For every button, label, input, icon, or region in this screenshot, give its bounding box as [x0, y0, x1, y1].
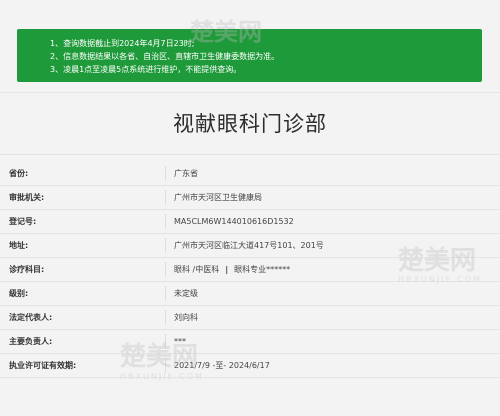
- table-row-registration: 登记号: MA5CLM6W144010616D1532: [0, 210, 500, 234]
- table-row-principal: 主要负责人: ***: [0, 330, 500, 354]
- notice-line-1: 1、查询数据截止到2024年4月7日23时;: [50, 39, 195, 48]
- column-separator: [165, 358, 166, 373]
- department-separator: |: [225, 265, 229, 274]
- row-label: 主要负责人:: [9, 337, 53, 346]
- column-separator: [165, 286, 166, 301]
- row-value: 眼科 /中医科 | 眼科专业******: [174, 258, 290, 282]
- row-label: 登记号:: [9, 217, 37, 226]
- department-primary: 眼科 /中医科: [174, 265, 220, 274]
- row-label: 执业许可证有效期:: [9, 361, 77, 370]
- page-title: 视献眼科门诊部: [173, 112, 327, 136]
- row-value: 未定级: [174, 289, 198, 298]
- row-label: 地址:: [9, 241, 29, 250]
- column-separator: [165, 262, 166, 277]
- row-value: 广东省: [174, 169, 198, 178]
- column-separator: [165, 334, 166, 349]
- column-separator: [165, 238, 166, 253]
- table-row-departments: 诊疗科目: 眼科 /中医科 | 眼科专业******: [0, 258, 500, 282]
- notice-line-2: 2、信息数据结果以各省、自治区、直辖市卫生健康委数据为准。: [50, 52, 280, 61]
- row-value: 2021/7/9 -至- 2024/6/17: [174, 361, 270, 370]
- department-secondary: 眼科专业******: [234, 265, 291, 274]
- row-label: 审批机关:: [9, 193, 45, 202]
- row-value: 广州市天河区临江大道417号101、201号: [174, 241, 324, 250]
- column-separator: [165, 214, 166, 229]
- table-row-province: 省份: 广东省: [0, 162, 500, 186]
- column-separator: [165, 166, 166, 181]
- info-table: 省份: 广东省 审批机关: 广州市天河区卫生健康局 登记号: MA5CLM6W1…: [0, 162, 500, 378]
- title-bottom-divider: [0, 154, 500, 155]
- column-separator: [165, 190, 166, 205]
- row-value: ***: [174, 337, 186, 346]
- row-label: 级别:: [9, 289, 29, 298]
- row-label: 省份:: [9, 169, 29, 178]
- notice-banner: 1、查询数据截止到2024年4月7日23时; 2、信息数据结果以各省、自治区、直…: [17, 29, 482, 82]
- row-value: 广州市天河区卫生健康局: [174, 193, 262, 202]
- row-value: MA5CLM6W144010616D1532: [174, 217, 294, 226]
- table-row-address: 地址: 广州市天河区临江大道417号101、201号: [0, 234, 500, 258]
- notice-line-3: 3、凌晨1点至凌晨5点系统进行维护，不能提供查询。: [50, 65, 242, 74]
- table-row-level: 级别: 未定级: [0, 282, 500, 306]
- row-value: 刘向科: [174, 313, 198, 322]
- title-top-divider: [0, 92, 500, 93]
- table-row-authority: 审批机关: 广州市天河区卫生健康局: [0, 186, 500, 210]
- table-row-license-validity: 执业许可证有效期: 2021/7/9 -至- 2024/6/17: [0, 354, 500, 378]
- row-label: 法定代表人:: [9, 313, 53, 322]
- column-separator: [165, 310, 166, 325]
- row-label: 诊疗科目:: [9, 265, 45, 274]
- table-row-legal-rep: 法定代表人: 刘向科: [0, 306, 500, 330]
